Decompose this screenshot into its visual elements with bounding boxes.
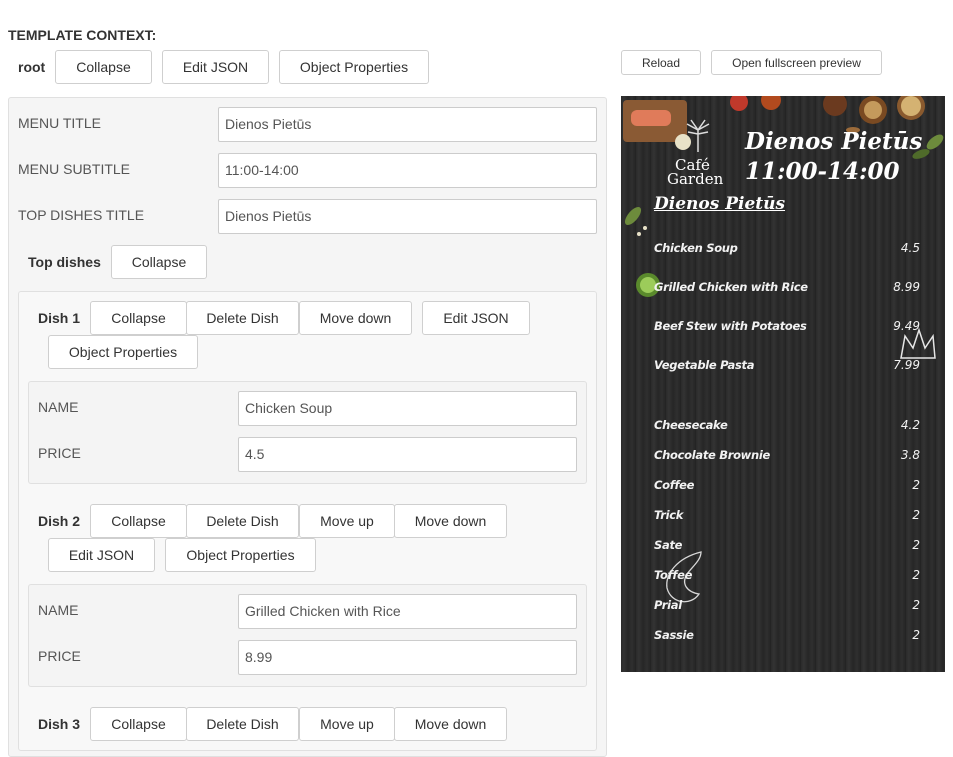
dish-2-object-properties-button[interactable]: Object Properties xyxy=(165,538,316,572)
dish-1-object-properties-button[interactable]: Object Properties xyxy=(48,335,198,369)
preview-item-price: 2 xyxy=(912,478,920,492)
dish-2-label: Dish 2 xyxy=(38,513,81,529)
dish-2-move-down-button[interactable]: Move down xyxy=(394,504,507,538)
dish-1-delete-button[interactable]: Delete Dish xyxy=(186,301,299,335)
preview-item-price: 4.5 xyxy=(900,241,920,255)
dish-2-edit-json-button[interactable]: Edit JSON xyxy=(48,538,155,572)
root-edit-json-button[interactable]: Edit JSON xyxy=(162,50,269,84)
preview-subtitle: 11:00-14:00 xyxy=(745,158,900,185)
preview-item-name: Chocolate Brownie xyxy=(654,448,771,462)
palm-logo-icon xyxy=(686,119,710,152)
reload-button[interactable]: Reload xyxy=(621,50,701,75)
preview-item-name: Toffee xyxy=(654,568,693,582)
preview-item-price: 2 xyxy=(912,568,920,582)
root-object-properties-button[interactable]: Object Properties xyxy=(279,50,429,84)
preview-item-name: Vegetable Pasta xyxy=(654,358,755,372)
preview-item-price: 2 xyxy=(912,538,920,552)
template-context-label: TEMPLATE CONTEXT: xyxy=(8,27,157,43)
dish-1-name-label: NAME xyxy=(38,399,79,415)
dish-2-delete-button[interactable]: Delete Dish xyxy=(186,504,299,538)
logo-garden: Garden xyxy=(667,170,724,188)
dish-1-price-label: PRICE xyxy=(38,445,81,461)
dish-2-collapse-button[interactable]: Collapse xyxy=(90,504,187,538)
top-dishes-title-label: TOP DISHES TITLE xyxy=(18,207,145,223)
dish-3-collapse-button[interactable]: Collapse xyxy=(90,707,187,741)
preview-item-name: Chicken Soup xyxy=(654,241,738,255)
preview-item-price: 2 xyxy=(912,628,920,642)
dish-1-label: Dish 1 xyxy=(38,310,81,326)
preview-item-name: Beef Stew with Potatoes xyxy=(654,319,807,333)
preview-item-price: 4.2 xyxy=(900,418,920,432)
preview-item-price: 2 xyxy=(912,508,920,522)
dish-3-move-up-button[interactable]: Move up xyxy=(299,707,395,741)
preview-item-name: Trick xyxy=(654,508,684,522)
root-label: root xyxy=(18,59,46,75)
preview-title: Dienos Pietūs xyxy=(745,128,923,155)
dish-1-edit-json-button[interactable]: Edit JSON xyxy=(422,301,530,335)
dish-3-delete-button[interactable]: Delete Dish xyxy=(186,707,299,741)
preview-section-title: Dienos Pietūs xyxy=(654,194,786,214)
preview-item-price: 2 xyxy=(912,598,920,612)
preview-item-name: Prial xyxy=(654,598,682,612)
preview-item-price: 3.8 xyxy=(900,448,920,462)
dish-1-move-down-button[interactable]: Move down xyxy=(299,301,412,335)
dish-1-collapse-button[interactable]: Collapse xyxy=(90,301,187,335)
dish-1-name-input[interactable]: Chicken Soup xyxy=(238,391,577,426)
dish-2-move-up-button[interactable]: Move up xyxy=(299,504,395,538)
menu-preview: Café Garden Dienos Pietūs 11:00-14:00 Di… xyxy=(621,96,945,672)
menu-title-input[interactable]: Dienos Pietūs xyxy=(218,107,597,142)
preview-item-price: 8.99 xyxy=(893,280,920,294)
preview-item-price: 7.99 xyxy=(893,358,920,372)
dish-2-name-input[interactable]: Grilled Chicken with Rice xyxy=(238,594,577,629)
menu-title-label: MENU TITLE xyxy=(18,115,101,131)
menu-subtitle-input[interactable]: 11:00-14:00 xyxy=(218,153,597,188)
menu-subtitle-label: MENU SUBTITLE xyxy=(18,161,131,177)
top-dishes-label: Top dishes xyxy=(28,254,101,270)
dish-2-price-label: PRICE xyxy=(38,648,81,664)
dish-3-move-down-button[interactable]: Move down xyxy=(394,707,507,741)
dish-3-label: Dish 3 xyxy=(38,716,81,732)
top-dishes-collapse-button[interactable]: Collapse xyxy=(111,245,207,279)
preview-item-name: Coffee xyxy=(654,478,695,492)
leaf-decoration-icon xyxy=(624,206,647,236)
open-fullscreen-preview-button[interactable]: Open fullscreen preview xyxy=(711,50,882,75)
root-collapse-button[interactable]: Collapse xyxy=(55,50,152,84)
dish-2-name-label: NAME xyxy=(38,602,79,618)
preview-item-name: Cheesecake xyxy=(654,418,728,432)
dish-1-price-input[interactable]: 4.5 xyxy=(238,437,577,472)
dish-2-price-input[interactable]: 8.99 xyxy=(238,640,577,675)
preview-item-name: Grilled Chicken with Rice xyxy=(654,280,808,294)
top-dishes-title-input[interactable]: Dienos Pietūs xyxy=(218,199,597,234)
preview-item-name: Sassie xyxy=(654,628,694,642)
